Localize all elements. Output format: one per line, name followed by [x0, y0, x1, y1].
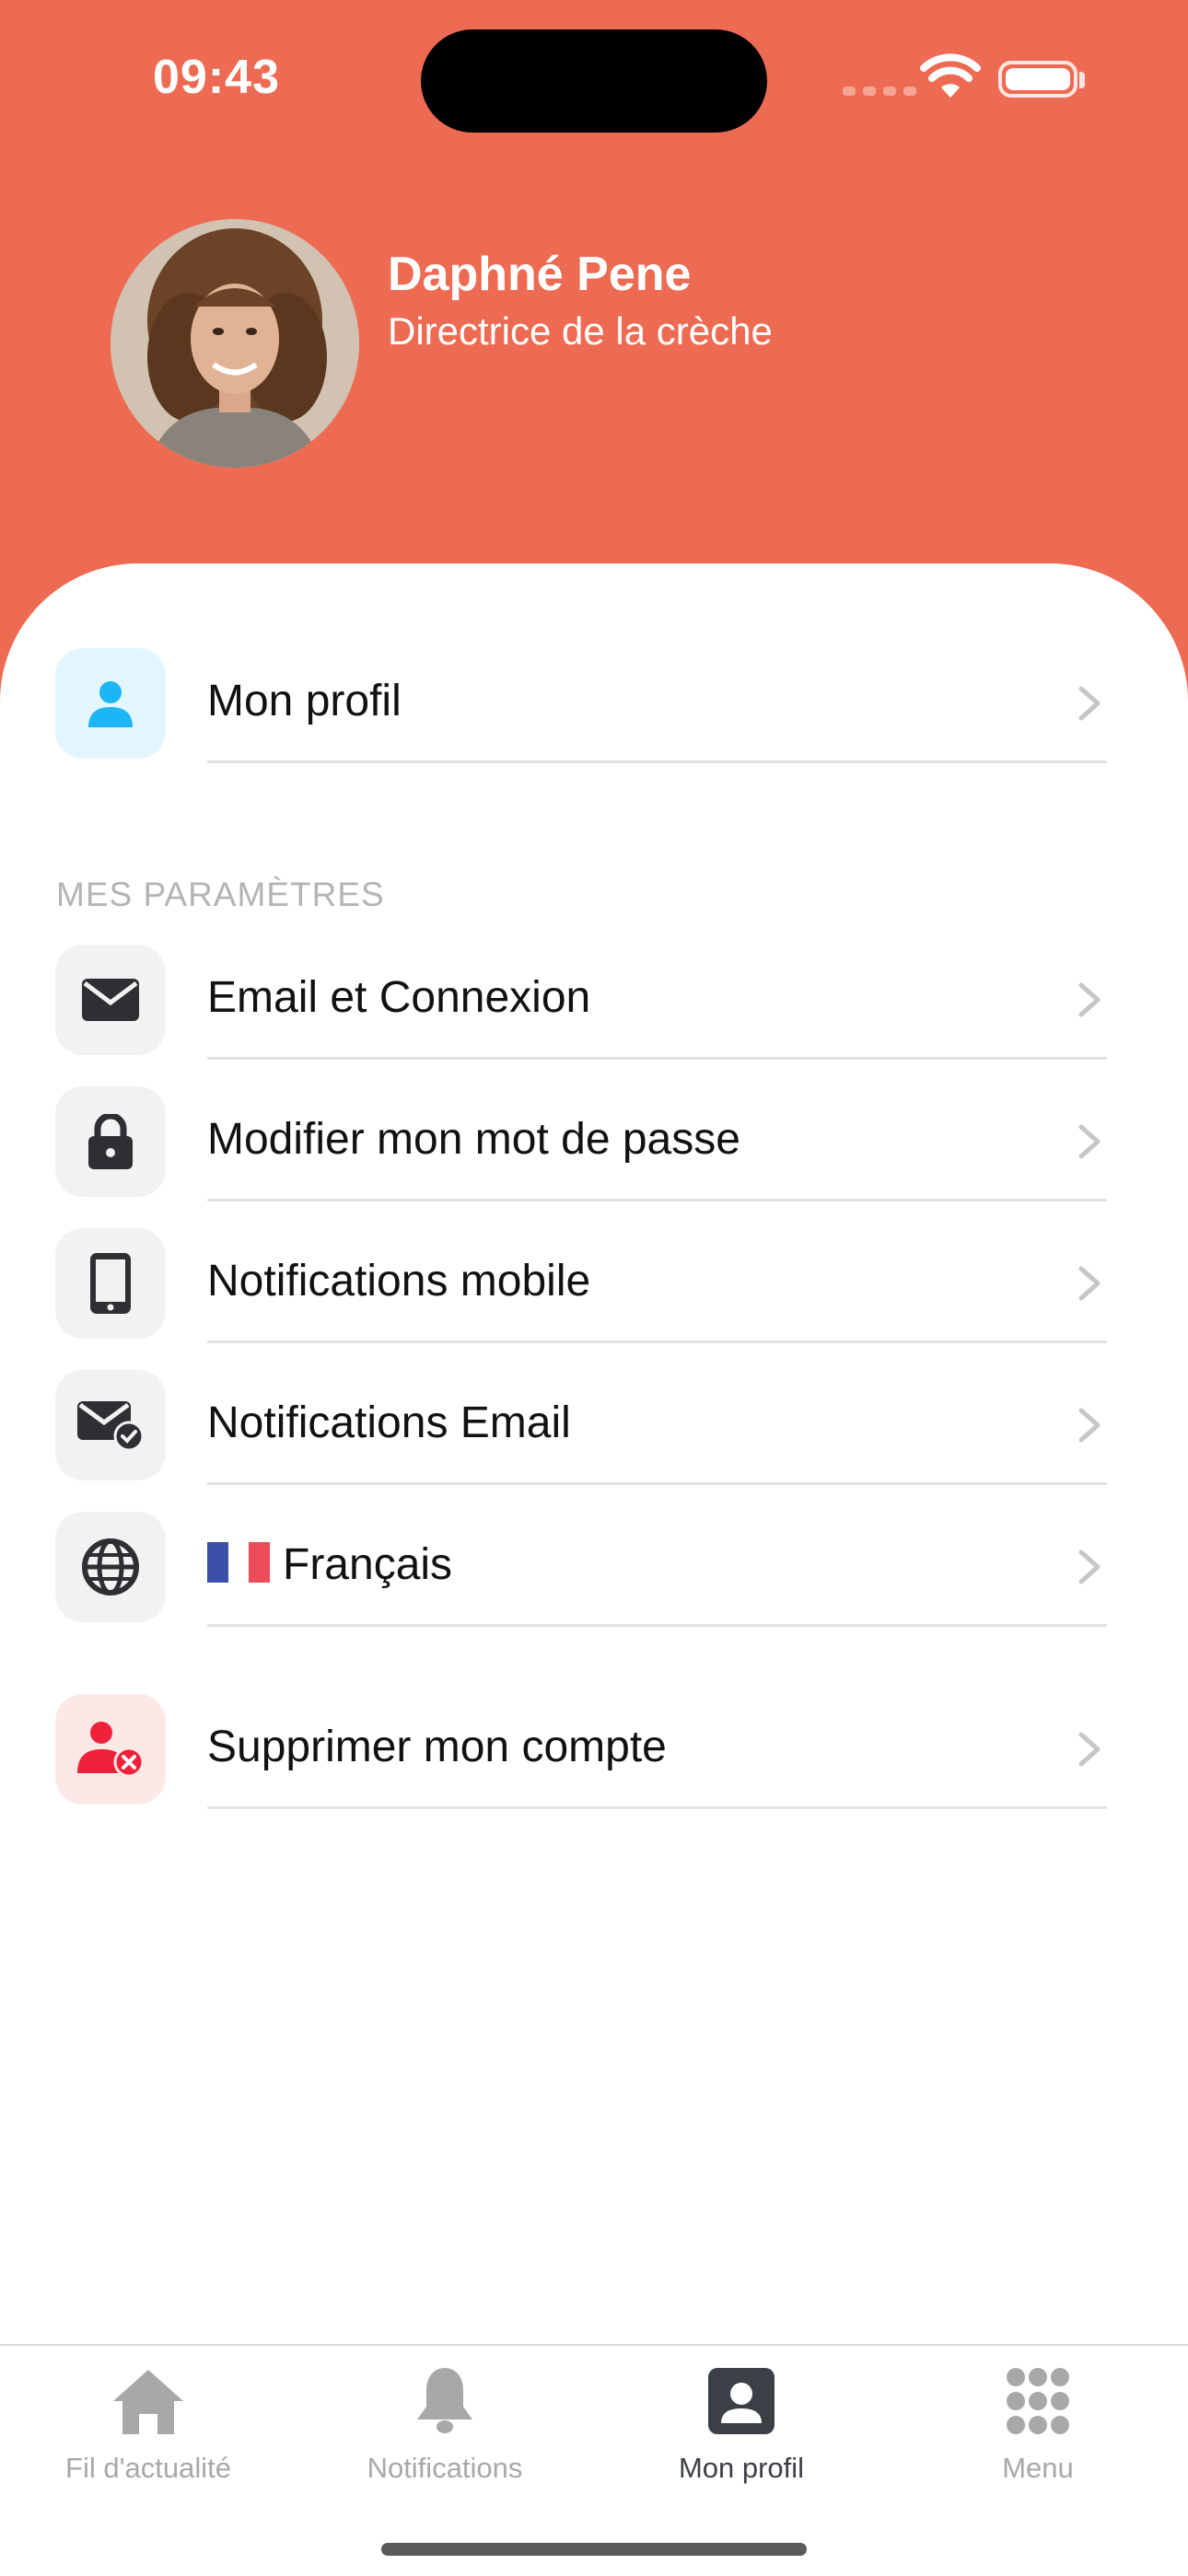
menu-item-change-password[interactable]: Modifier mon mot de passe — [55, 1086, 1107, 1201]
menu-item-notifications-email[interactable]: Notifications Email — [55, 1370, 1107, 1485]
home-indicator — [381, 2543, 807, 2556]
bell-icon — [417, 2368, 472, 2433]
menu-item-label: Supprimer mon compte — [207, 1723, 667, 1771]
menu-item-label: Modifier mon mot de passe — [207, 1115, 740, 1164]
menu-item-mon-profil[interactable]: Mon profil — [55, 648, 1107, 763]
person-icon — [55, 648, 166, 759]
menu-item-email-connexion[interactable]: Email et Connexion — [55, 945, 1107, 1060]
user-remove-icon — [55, 1694, 166, 1804]
menu-item-delete-account[interactable]: Supprimer mon compte — [55, 1694, 1107, 1809]
envelope-check-icon — [55, 1370, 166, 1480]
menu-item-language[interactable]: Français — [55, 1512, 1107, 1627]
tab-fil-actualite[interactable]: Fil d'actualité — [0, 2364, 297, 2485]
divider — [207, 1482, 1107, 1485]
wifi-icon — [920, 53, 981, 98]
chevron-right-icon — [1078, 1732, 1101, 1767]
grid-dots-icon — [1007, 2368, 1069, 2434]
section-title: MES PARAMÈTRES — [56, 876, 385, 913]
user-role: Directrice de la crèche — [388, 309, 773, 353]
menu-item-label: Notifications Email — [207, 1398, 571, 1447]
mobile-phone-icon — [55, 1228, 166, 1339]
menu-item-label: Mon profil — [207, 677, 402, 725]
tab-menu[interactable]: Menu — [890, 2364, 1186, 2485]
divider — [207, 1199, 1107, 1201]
dynamic-island — [421, 29, 767, 133]
status-time: 09:43 — [153, 51, 280, 104]
tab-label: Mon profil — [678, 2452, 805, 2484]
chevron-right-icon — [1078, 1408, 1101, 1443]
divider — [207, 1057, 1107, 1060]
france-flag-icon — [207, 1542, 270, 1583]
menu-item-label: Email et Connexion — [207, 973, 591, 1022]
tab-label: Notifications — [367, 2452, 523, 2484]
tab-notifications[interactable]: Notifications — [297, 2364, 593, 2485]
battery-icon — [998, 61, 1077, 98]
avatar — [111, 219, 359, 468]
lock-icon — [55, 1086, 166, 1197]
tab-label: Menu — [1002, 2452, 1074, 2484]
profile-card-icon — [708, 2368, 775, 2434]
divider — [207, 1806, 1107, 1809]
battery-tip — [1079, 72, 1085, 88]
divider — [207, 1340, 1107, 1343]
home-icon — [113, 2370, 183, 2434]
tab-label: Fil d'actualité — [65, 2452, 231, 2484]
divider — [207, 760, 1107, 763]
divider — [207, 1624, 1107, 1627]
tab-mon-profil[interactable]: Mon profil — [593, 2364, 890, 2485]
chevron-right-icon — [1078, 982, 1101, 1017]
envelope-icon — [55, 945, 166, 1055]
user-name: Daphné Pene — [388, 248, 692, 301]
chevron-right-icon — [1078, 1124, 1101, 1159]
chevron-right-icon — [1078, 1549, 1101, 1584]
menu-item-label: Notifications mobile — [207, 1257, 591, 1305]
chevron-right-icon — [1078, 1266, 1101, 1301]
menu-item-notifications-mobile[interactable]: Notifications mobile — [55, 1228, 1107, 1343]
language-name: Français — [283, 1540, 453, 1589]
tab-bar: Fil d'actualité Notifications Mon profil… — [0, 2344, 1188, 2576]
globe-icon — [55, 1512, 166, 1622]
chevron-right-icon — [1078, 686, 1101, 721]
cellular-signal-icon — [843, 87, 916, 96]
language-label: Français — [207, 1539, 452, 1590]
